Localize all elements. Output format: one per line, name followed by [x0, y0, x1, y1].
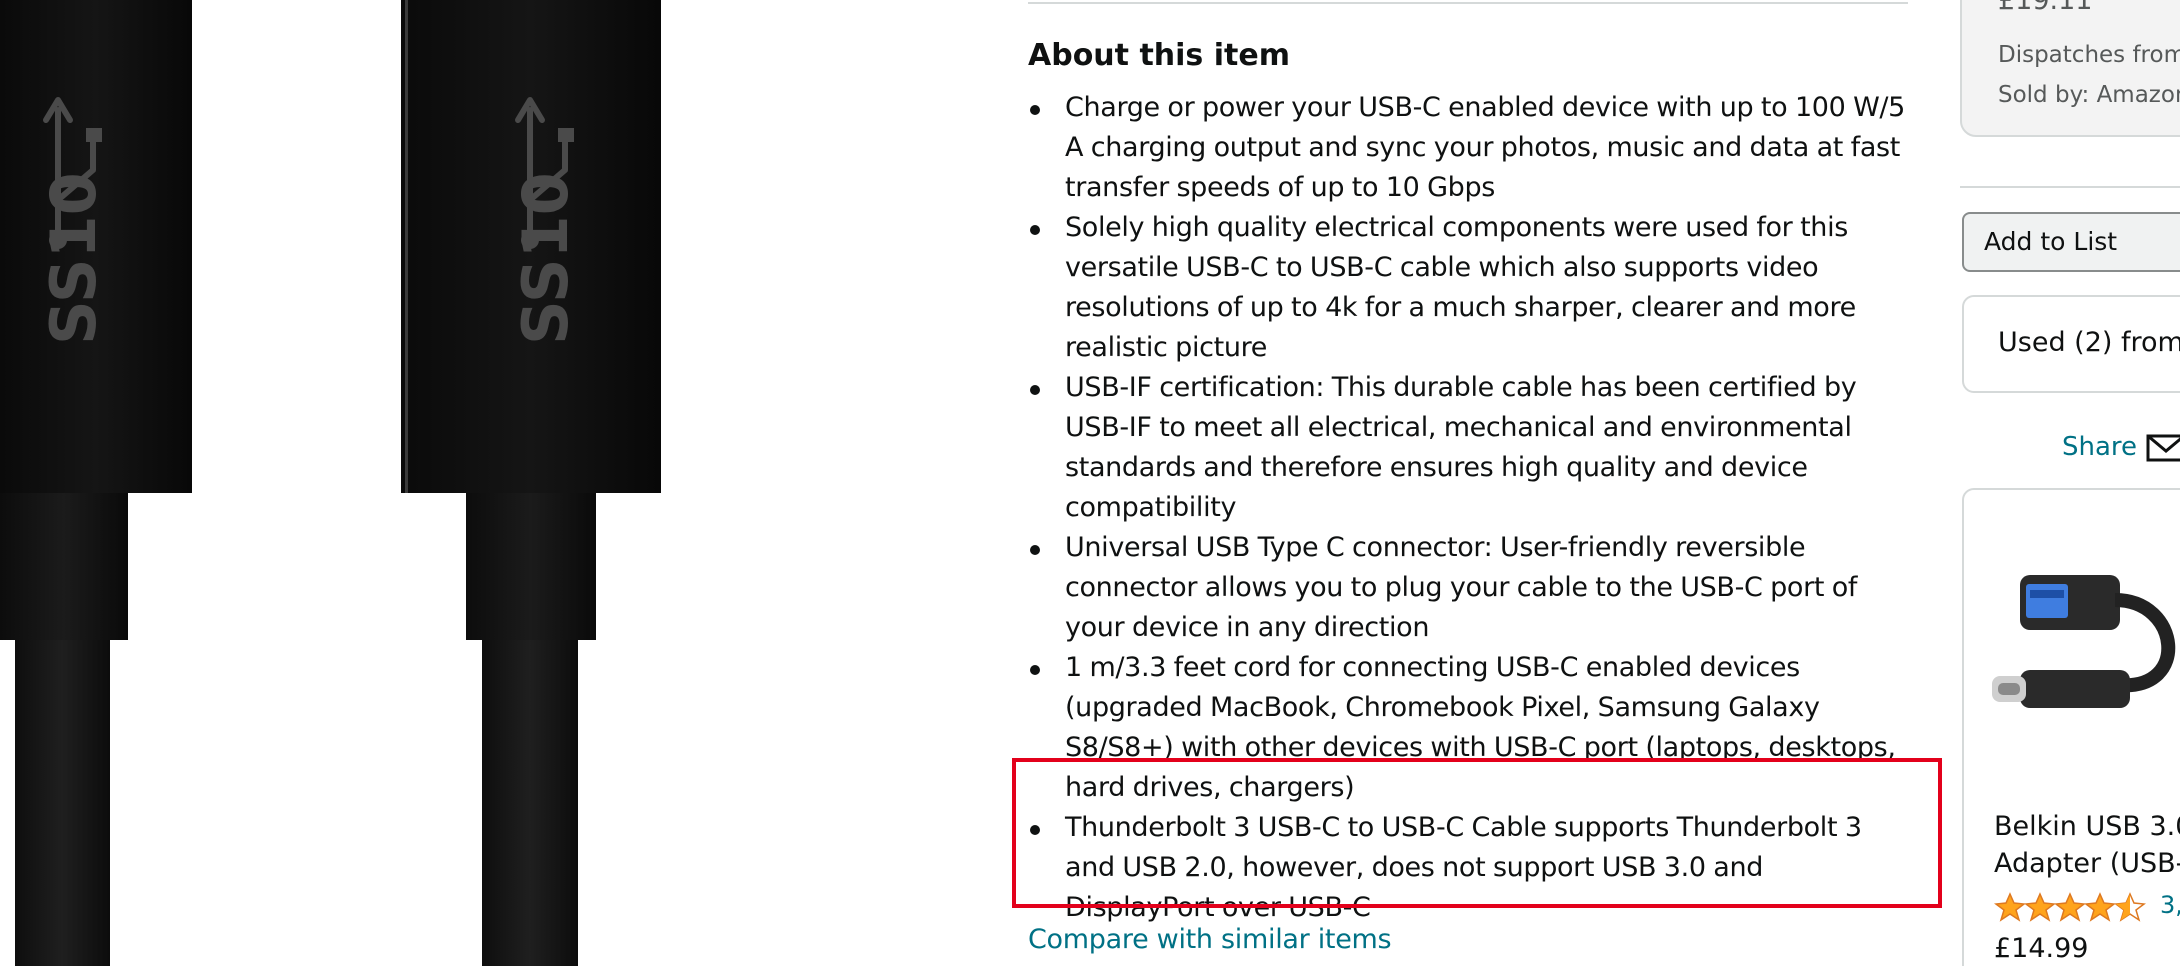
- compare-similar-items-link[interactable]: Compare with similar items: [1028, 920, 1392, 960]
- dispatches-from-label: Dispatches from:: [1998, 42, 2180, 68]
- recommended-product-title-line1[interactable]: Belkin USB 3.0: [1994, 811, 2180, 842]
- feature-bullet-text: Charge or power your USB-C enabled devic…: [1065, 92, 1905, 203]
- add-to-list-label: Add to List: [1984, 227, 2118, 256]
- share-link[interactable]: Share: [2062, 432, 2137, 462]
- email-icon[interactable]: [2146, 433, 2180, 463]
- usb-cable-image: SS10 SS10: [0, 0, 661, 966]
- star-rating-icon[interactable]: [1994, 892, 2154, 922]
- feature-bullet: Universal USB Type C connector: User-fri…: [1028, 528, 1908, 648]
- bullet-dot-icon: [1030, 665, 1040, 675]
- used-offers-box[interactable]: Used (2) from: [1962, 295, 2180, 393]
- product-main-image[interactable]: SS10 SS10: [0, 0, 980, 966]
- feature-bullet-text: Universal USB Type C connector: User-fri…: [1065, 532, 1858, 643]
- feature-bullet: USB-IF certification: This durable cable…: [1028, 368, 1908, 528]
- bullet-dot-icon: [1030, 105, 1040, 115]
- bullet-dot-icon: [1030, 545, 1040, 555]
- bullet-dot-icon: [1030, 385, 1040, 395]
- highlight-annotation-box: [1012, 758, 1942, 908]
- feature-bullet: Charge or power your USB-C enabled devic…: [1028, 88, 1908, 208]
- feature-bullet: Solely high quality electrical component…: [1028, 208, 1908, 368]
- recommended-product-title-line2[interactable]: Adapter (USB-C: [1994, 848, 2180, 879]
- feature-bullet-text: USB-IF certification: This durable cable…: [1065, 372, 1857, 523]
- about-this-item-heading: About this item: [1028, 38, 1290, 73]
- rating-count[interactable]: 3,: [2160, 891, 2180, 919]
- buy-box-panel: [1960, 0, 2180, 137]
- product-page: SS10 SS10 About this item Charge or powe…: [0, 0, 2180, 966]
- buy-box-divider: [1960, 186, 2180, 188]
- used-offers-label: Used (2) from: [1998, 327, 2180, 358]
- add-to-list-button[interactable]: Add to List: [1962, 212, 2180, 272]
- connector-marking-left: SS10: [37, 172, 110, 345]
- recommended-product-price: £14.99: [1994, 933, 2089, 964]
- buy-box-price: £19.11: [1998, 0, 2093, 16]
- connector-marking-right: SS10: [509, 172, 582, 345]
- feature-bullet-text: Solely high quality electrical component…: [1065, 212, 1856, 363]
- sold-by-label: Sold by: Amazon: [1998, 82, 2180, 108]
- section-divider: [1028, 2, 1908, 4]
- bullet-dot-icon: [1030, 225, 1040, 235]
- usb-adapter-image[interactable]: [1990, 560, 2180, 730]
